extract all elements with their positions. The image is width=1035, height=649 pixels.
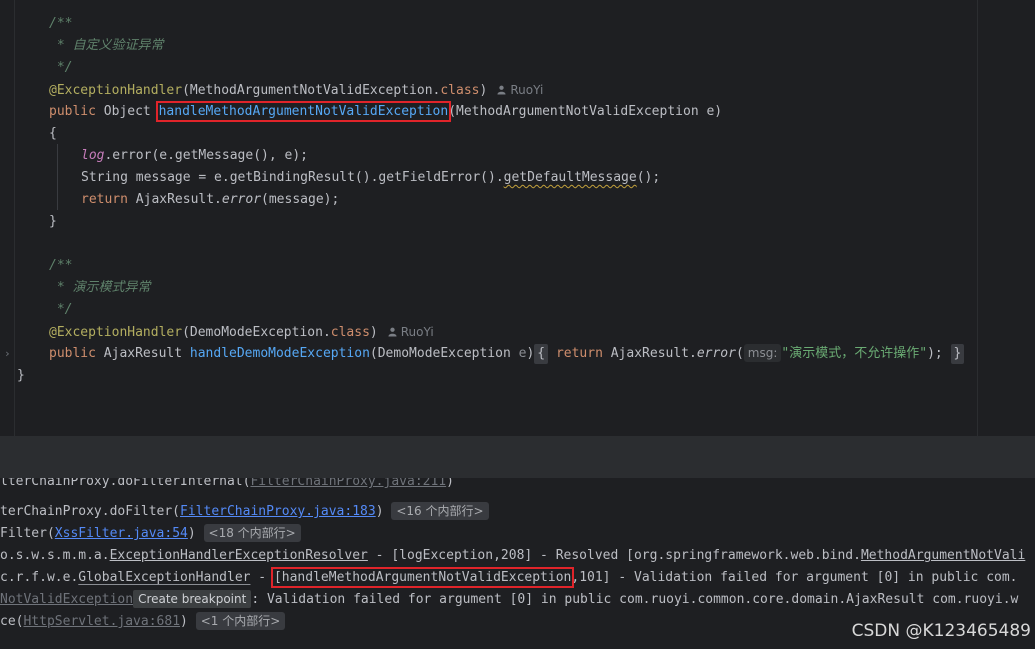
code-line-2: * 自定义验证异常 bbox=[49, 38, 164, 53]
create-breakpoint-tooltip[interactable]: Create breakpoint bbox=[133, 590, 252, 608]
internal-lines-badge[interactable]: <18 个内部行> bbox=[203, 524, 301, 542]
code-line-6: { bbox=[49, 126, 57, 141]
user-icon bbox=[497, 85, 506, 95]
console-line: Filter(XssFilter.java:54) <18 个内部行> bbox=[0, 523, 301, 545]
stack-trace-link[interactable]: XssFilter.java:54 bbox=[55, 526, 188, 541]
parameter-hint: msg: bbox=[743, 344, 782, 362]
folded-region-open[interactable]: { bbox=[534, 344, 549, 364]
code-line-17: } bbox=[17, 368, 25, 383]
deprecation-warning[interactable]: getDefaultMessage bbox=[504, 170, 637, 185]
method-name-highlight[interactable]: handleMethodArgumentNotValidException bbox=[155, 101, 452, 122]
code-line-10: } bbox=[49, 214, 57, 229]
stack-trace-link[interactable]: FilterChainProxy.java:183 bbox=[180, 504, 376, 519]
stack-trace-link[interactable]: HttpServlet.java:681 bbox=[23, 614, 180, 629]
code-line-16: public AjaxResult handleDemoModeExceptio… bbox=[49, 343, 965, 365]
class-link[interactable]: ExceptionHandlerExceptionResolver bbox=[110, 548, 368, 563]
stack-trace-link[interactable]: FilterChainProxy.java:211 bbox=[250, 478, 446, 489]
console-line: c.r.f.w.e.GlobalExceptionHandler - [hand… bbox=[0, 567, 1018, 588]
class-link[interactable]: GlobalExceptionHandler bbox=[78, 570, 250, 585]
code-line-14: */ bbox=[49, 302, 73, 317]
code-line-15: @ExceptionHandler(DemoModeException.clas… bbox=[49, 325, 434, 340]
console-line: ce(HttpServlet.java:681) <1 个内部行> bbox=[0, 611, 286, 633]
console-line: lterChainProxy.doFilterInternal(FilterCh… bbox=[0, 478, 454, 493]
code-line-4: @ExceptionHandler(MethodArgumentNotValid… bbox=[49, 83, 544, 98]
author-hint[interactable]: RuoYi bbox=[388, 325, 434, 339]
console-line: terChainProxy.doFilter(FilterChainProxy.… bbox=[0, 501, 489, 523]
code-line-7: log.error(e.getMessage(), e); bbox=[81, 148, 308, 163]
folded-region-close[interactable]: } bbox=[950, 344, 965, 364]
code-line-13: * 演示模式异常 bbox=[49, 280, 151, 295]
internal-lines-badge[interactable]: <16 个内部行> bbox=[391, 502, 489, 520]
console-line: o.s.w.s.m.m.a.ExceptionHandlerExceptionR… bbox=[0, 548, 1026, 563]
indent-guide bbox=[57, 144, 58, 210]
author-hint[interactable]: RuoYi bbox=[497, 83, 543, 97]
gutter-divider bbox=[14, 0, 15, 436]
method-name-highlight: [handleMethodArgumentNotValidException bbox=[270, 567, 575, 588]
code-line-8: String message = e.getBindingResult().ge… bbox=[81, 170, 661, 185]
code-line-9: return AjaxResult.error(message); bbox=[81, 192, 340, 207]
code-line-1: /** bbox=[49, 16, 73, 31]
fold-chevron-icon[interactable]: › bbox=[4, 343, 11, 365]
code-editor[interactable]: /** * 自定义验证异常 */ @ExceptionHandler(Metho… bbox=[0, 0, 1035, 436]
internal-lines-badge[interactable]: <1 个内部行> bbox=[195, 612, 286, 630]
watermark: CSDN @K123465489 bbox=[851, 621, 1031, 641]
user-icon bbox=[388, 327, 397, 337]
code-line-3: */ bbox=[49, 60, 73, 75]
tool-window-header bbox=[0, 436, 1035, 478]
code-line-5: public Object handleMethodArgumentNotVal… bbox=[49, 101, 723, 122]
right-margin-guide bbox=[977, 0, 978, 436]
exception-link[interactable]: NotValidException bbox=[0, 592, 133, 607]
code-line-12: /** bbox=[49, 258, 73, 273]
console-line: NotValidException Create breakpoint: Vali… bbox=[0, 590, 1019, 608]
